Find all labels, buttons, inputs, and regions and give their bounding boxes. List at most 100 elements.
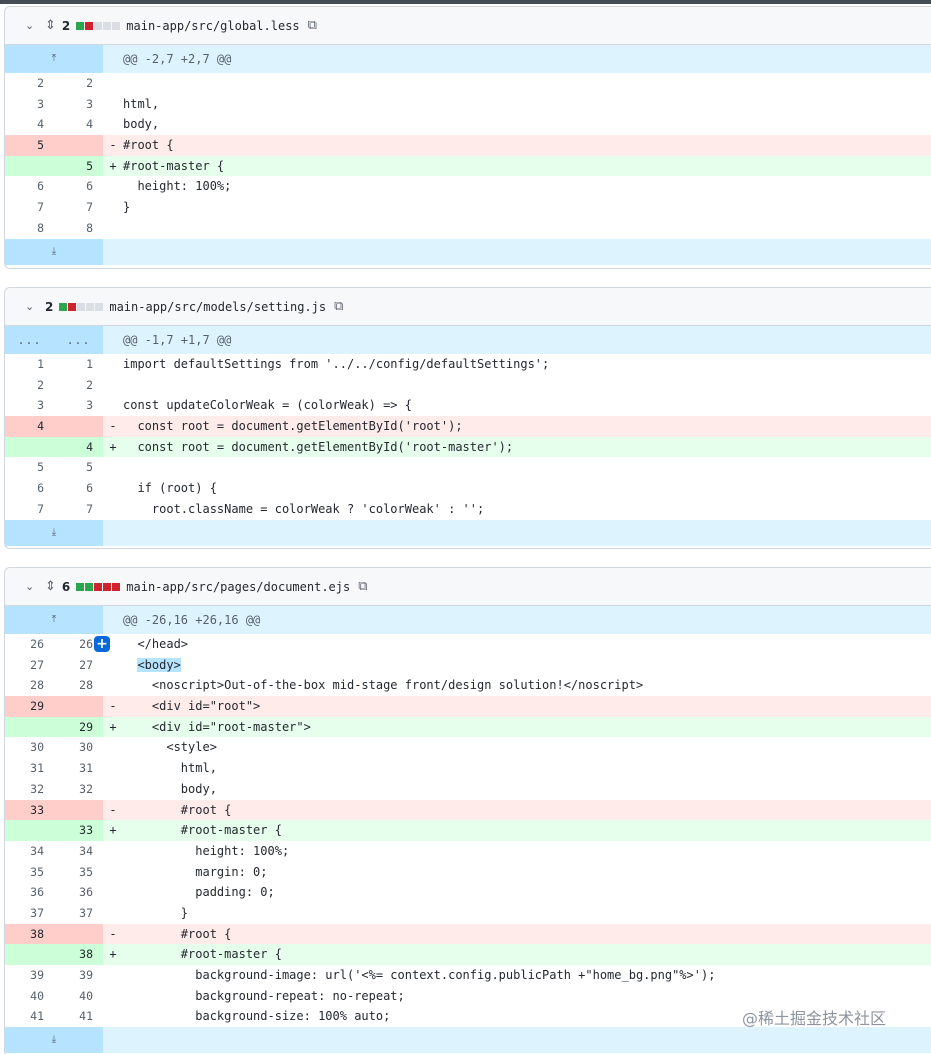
- old-line-number[interactable]: [5, 155, 54, 177]
- old-line-number[interactable]: 4: [5, 114, 54, 135]
- diff-file: ⌄ ⇕ 6 main-app/src/pages/document.ejs ⧉ …: [4, 567, 931, 1054]
- new-line-number[interactable]: [54, 135, 103, 156]
- old-line-number[interactable]: 5: [5, 135, 54, 156]
- diff-sign: [103, 176, 123, 197]
- new-line-number[interactable]: 2: [54, 375, 103, 396]
- old-line-number[interactable]: 3: [5, 94, 54, 115]
- old-line-number[interactable]: 30: [5, 737, 54, 758]
- new-line-number[interactable]: 4: [54, 114, 103, 135]
- new-line-number[interactable]: 5: [54, 155, 103, 177]
- context-line: 34 34 height: 100%;: [5, 841, 931, 862]
- code-text: #root {: [123, 138, 174, 153]
- old-line-number[interactable]: 36: [5, 882, 54, 903]
- diff-sign: [103, 73, 123, 94]
- old-line-number[interactable]: 41: [5, 1006, 54, 1027]
- old-line-number[interactable]: 40: [5, 986, 54, 1007]
- copy-icon[interactable]: ⧉: [334, 299, 343, 314]
- old-line-number[interactable]: 31: [5, 758, 54, 779]
- expand-ellipsis-new[interactable]: ...: [54, 326, 103, 354]
- expand-down-icon[interactable]: ⤓: [5, 238, 103, 265]
- new-line-number[interactable]: [54, 416, 103, 437]
- new-line-number[interactable]: 2: [54, 73, 103, 94]
- add-comment-icon[interactable]: +: [94, 636, 110, 652]
- new-line-number[interactable]: 4: [54, 436, 103, 458]
- old-line-number[interactable]: 33: [5, 799, 54, 821]
- new-line-number[interactable]: 30: [54, 737, 103, 758]
- old-line-number[interactable]: 5: [5, 457, 54, 478]
- copy-icon[interactable]: ⧉: [308, 18, 317, 33]
- new-line-number[interactable]: 28: [54, 675, 103, 696]
- old-line-number[interactable]: 37: [5, 903, 54, 924]
- old-line-number[interactable]: [5, 944, 54, 965]
- old-line-number[interactable]: 38: [5, 923, 54, 945]
- new-line-number[interactable]: 7: [54, 499, 103, 520]
- code-text: html,: [123, 761, 217, 776]
- expand-ellipsis-old[interactable]: ...: [5, 326, 54, 354]
- expand-all-icon[interactable]: ⇕: [45, 18, 56, 33]
- old-line-number[interactable]: 35: [5, 862, 54, 883]
- added-line: 5 + #root-master {: [5, 155, 931, 177]
- old-line-number[interactable]: [5, 716, 54, 738]
- new-line-number[interactable]: 29: [54, 716, 103, 738]
- old-line-number[interactable]: 4: [5, 416, 54, 437]
- old-line-number[interactable]: 34: [5, 841, 54, 862]
- context-line: 28 28 <noscript>Out-of-the-box mid-stage …: [5, 675, 931, 696]
- old-line-number[interactable]: 39: [5, 965, 54, 986]
- expand-all-icon[interactable]: ⇕: [45, 579, 56, 594]
- old-line-number[interactable]: 6: [5, 478, 54, 499]
- new-line-number[interactable]: 27: [54, 655, 103, 676]
- expand-footer: ⤓: [5, 519, 931, 546]
- old-line-number[interactable]: 8: [5, 218, 54, 239]
- old-line-number[interactable]: 2: [5, 375, 54, 396]
- old-line-number[interactable]: 28: [5, 675, 54, 696]
- file-name[interactable]: main-app/src/global.less: [126, 19, 299, 33]
- new-line-number[interactable]: 33: [54, 820, 103, 841]
- new-line-number[interactable]: 26 +: [54, 634, 110, 655]
- new-line-number[interactable]: 7: [54, 197, 103, 218]
- old-line-number[interactable]: 27: [5, 655, 54, 676]
- new-line-number[interactable]: [54, 923, 103, 945]
- new-line-number[interactable]: 39: [54, 965, 103, 986]
- new-line-number[interactable]: 8: [54, 218, 103, 239]
- new-line-number[interactable]: 3: [54, 395, 103, 416]
- new-line-number[interactable]: 32: [54, 779, 103, 800]
- chevron-down-icon[interactable]: ⌄: [25, 19, 37, 32]
- old-line-number[interactable]: [5, 436, 54, 458]
- new-line-number[interactable]: 38: [54, 944, 103, 965]
- new-line-number[interactable]: [54, 696, 103, 717]
- new-line-number[interactable]: 36: [54, 882, 103, 903]
- old-line-number[interactable]: 26: [5, 634, 54, 655]
- new-line-number[interactable]: 41: [54, 1006, 103, 1027]
- expand-up-icon[interactable]: ⤒: [5, 606, 103, 634]
- new-line-number[interactable]: 5: [54, 457, 103, 478]
- old-line-number[interactable]: 29: [5, 696, 54, 717]
- new-line-number[interactable]: 1: [54, 354, 103, 375]
- old-line-number[interactable]: 7: [5, 197, 54, 218]
- old-line-number[interactable]: 7: [5, 499, 54, 520]
- new-line-number[interactable]: 6: [54, 478, 103, 499]
- expand-down-icon[interactable]: ⤓: [5, 519, 103, 546]
- file-name[interactable]: main-app/src/models/setting.js: [109, 300, 326, 314]
- old-line-number[interactable]: [5, 820, 54, 841]
- new-line-number[interactable]: 6: [54, 176, 103, 197]
- new-line-number[interactable]: 34: [54, 841, 103, 862]
- file-name[interactable]: main-app/src/pages/document.ejs: [126, 580, 350, 594]
- new-line-number[interactable]: 40: [54, 986, 103, 1007]
- old-line-number[interactable]: 1: [5, 354, 54, 375]
- new-line-number[interactable]: 35: [54, 862, 103, 883]
- new-line-number[interactable]: [54, 799, 103, 821]
- new-line-number[interactable]: 3: [54, 94, 103, 115]
- old-line-number[interactable]: 3: [5, 395, 54, 416]
- new-line-number[interactable]: 31: [54, 758, 103, 779]
- copy-icon[interactable]: ⧉: [358, 579, 367, 594]
- new-line-number[interactable]: 37: [54, 903, 103, 924]
- chevron-down-icon[interactable]: ⌄: [25, 300, 37, 313]
- old-line-number[interactable]: 32: [5, 779, 54, 800]
- expand-up-icon[interactable]: ⤒: [5, 45, 103, 73]
- expand-down-icon[interactable]: ⤓: [5, 1027, 103, 1054]
- diffstat: [76, 21, 121, 30]
- old-line-number[interactable]: 6: [5, 176, 54, 197]
- chevron-down-icon[interactable]: ⌄: [25, 580, 37, 593]
- hunk-range: @@ -1,7 +1,7 @@: [123, 333, 232, 347]
- old-line-number[interactable]: 2: [5, 73, 54, 94]
